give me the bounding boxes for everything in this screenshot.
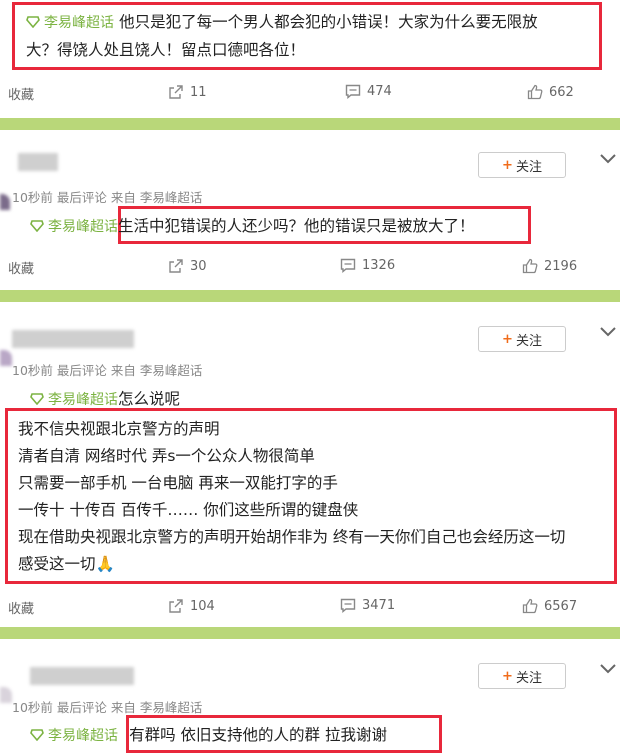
- diamond-icon: [30, 729, 44, 741]
- share-icon: [169, 599, 183, 613]
- post-3: + 关注 10秒前 最后评论 来自 李易峰超话 李易峰超话怎么说呢 我不信央视跟北…: [0, 302, 620, 627]
- share-button[interactable]: 11: [168, 84, 207, 100]
- post-3-line-5: 现在借助央视跟北京警方的声明开始胡作非为 终有一天你们自己也会经历这一切: [18, 528, 566, 546]
- share-icon: [169, 259, 183, 273]
- share-icon: [169, 85, 183, 99]
- like-button[interactable]: 2196: [522, 258, 577, 274]
- follow-button[interactable]: + 关注: [478, 663, 566, 689]
- comment-button[interactable]: 474: [345, 84, 392, 99]
- collect-button[interactable]: 收藏: [8, 598, 34, 617]
- action-bar: 收藏 11 474 662: [0, 78, 620, 108]
- post-meta: 10秒前 最后评论 来自 李易峰超话: [12, 700, 203, 715]
- post-4-text: 李易峰超话 有群吗 依旧支持他的人的群 拉我谢谢: [30, 723, 387, 745]
- source-link[interactable]: 李易峰超话: [140, 700, 203, 715]
- comment-icon: [340, 258, 356, 273]
- post-meta: 10秒前 最后评论 来自 李易峰超话: [12, 363, 203, 378]
- thumbs-up-icon: [522, 598, 538, 614]
- post-1-text-line-1: 李易峰超话 他只是犯了每一个男人都会犯的小错误！大家为什么要无限放: [26, 10, 538, 32]
- like-button[interactable]: 6567: [522, 598, 577, 614]
- diamond-icon: [26, 16, 40, 28]
- comment-icon: [340, 598, 356, 613]
- topic-link[interactable]: 李易峰超话: [30, 219, 118, 235]
- source-link[interactable]: 李易峰超话: [140, 190, 203, 205]
- praying-hands-emoji: 🙏: [95, 555, 115, 573]
- share-button[interactable]: 30: [168, 258, 207, 274]
- diamond-icon: [30, 220, 44, 232]
- comment-icon: [345, 84, 361, 99]
- diamond-icon: [30, 393, 44, 405]
- post-separator: [0, 290, 620, 302]
- post-separator: [0, 118, 620, 130]
- collect-button[interactable]: 收藏: [8, 258, 34, 277]
- topic-link[interactable]: 李易峰超话: [30, 392, 118, 408]
- post-3-line-6: 感受这一切🙏: [18, 555, 115, 573]
- like-button[interactable]: 662: [527, 84, 574, 100]
- post-1-text-line-2: 大？得饶人处且饶人！留点口德吧各位！: [26, 41, 306, 59]
- post-3-line-2: 清者自清 网络时代 弄s一个公众人物很简单: [18, 447, 315, 465]
- post-3-topic-line: 李易峰超话怎么说呢: [30, 387, 180, 409]
- topic-link[interactable]: 李易峰超话: [26, 15, 114, 31]
- topic-link[interactable]: 李易峰超话: [30, 728, 118, 744]
- action-bar: 收藏 104 3471 6567: [0, 592, 620, 622]
- post-meta: 10秒前 最后评论 来自 李易峰超话: [12, 190, 203, 205]
- collect-button[interactable]: 收藏: [8, 84, 34, 103]
- chevron-down-icon[interactable]: [600, 664, 616, 674]
- follow-button[interactable]: + 关注: [478, 326, 566, 352]
- source-link[interactable]: 李易峰超话: [140, 363, 203, 378]
- post-separator: [0, 627, 620, 639]
- share-button[interactable]: 104: [168, 598, 215, 614]
- chevron-down-icon[interactable]: [600, 154, 616, 164]
- comment-button[interactable]: 3471: [340, 598, 395, 613]
- follow-button[interactable]: + 关注: [478, 152, 566, 178]
- post-2-text: 李易峰超话生活中犯错误的人还少吗？他的错误只是被放大了！: [30, 214, 475, 236]
- post-3-line-1: 我不信央视跟北京警方的声明: [18, 420, 220, 438]
- comment-button[interactable]: 1326: [340, 258, 395, 273]
- post-3-line-4: 一传十 十传百 百传千…… 你们这些所谓的键盘侠: [18, 501, 359, 519]
- post-4: + 关注 10秒前 最后评论 来自 李易峰超话 李易峰超话 有群吗 依旧支持他的人…: [0, 639, 620, 753]
- thumbs-up-icon: [522, 258, 538, 274]
- post-1: 李易峰超话 他只是犯了每一个男人都会犯的小错误！大家为什么要无限放 大？得饶人处…: [0, 0, 620, 118]
- post-3-line-3: 只需要一部手机 一台电脑 再来一双能打字的手: [18, 474, 338, 492]
- post-2: + 关注 10秒前 最后评论 来自 李易峰超话 李易峰超话生活中犯错误的人还少吗？…: [0, 130, 620, 290]
- action-bar: 收藏 30 1326 2196: [0, 252, 620, 282]
- chevron-down-icon[interactable]: [600, 327, 616, 337]
- thumbs-up-icon: [527, 84, 543, 100]
